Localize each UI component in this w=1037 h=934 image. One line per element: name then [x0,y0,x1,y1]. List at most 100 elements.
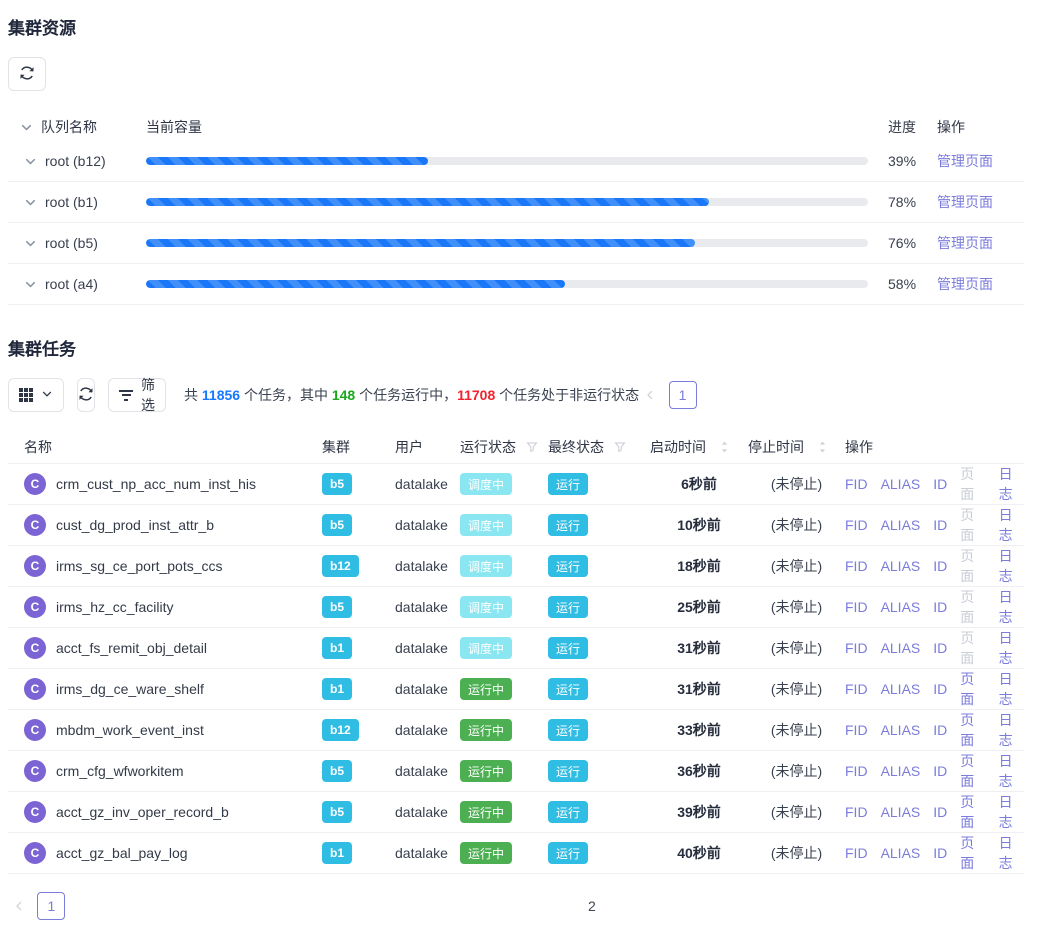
page-link[interactable]: 页面 [960,751,985,791]
alias-link[interactable]: ALIAS [881,804,921,820]
page-link[interactable]: 页面 [960,833,985,873]
task-row: C mbdm_work_event_inst b12 datalake 运行中 … [8,710,1024,751]
fid-link[interactable]: FID [845,517,868,533]
fid-link[interactable]: FID [845,599,868,615]
run-state-filter-icon[interactable] [526,441,538,453]
task-name: crm_cust_np_acc_num_inst_his [56,476,256,492]
run-state-badge: 调度中 [460,596,512,618]
alias-link[interactable]: ALIAS [881,517,921,533]
log-link[interactable]: 日志 [999,587,1024,627]
fid-link[interactable]: FID [845,681,868,697]
id-link[interactable]: ID [933,476,947,492]
page-number[interactable]: 2 [705,381,1037,409]
fid-link[interactable]: FID [845,640,868,656]
alias-link[interactable]: ALIAS [881,845,921,861]
prev-page-icon[interactable] [8,892,29,920]
manage-page-link[interactable]: 管理页面 [937,194,993,210]
page-number[interactable]: 2 [73,892,1037,920]
log-link[interactable]: 日志 [999,751,1024,791]
expand-row-chevron-icon[interactable] [24,278,37,291]
log-link[interactable]: 日志 [999,464,1024,504]
final-state-filter-icon[interactable] [614,441,626,453]
task-avatar: C [24,801,46,823]
id-link[interactable]: ID [933,640,947,656]
page-link[interactable]: 页面 [960,587,985,627]
fid-link[interactable]: FID [845,804,868,820]
task-start-time: 36秒前 [650,761,748,781]
filter-button[interactable]: 筛选 [108,378,166,412]
log-link[interactable]: 日志 [999,792,1024,832]
page-link[interactable]: 页面 [960,710,985,750]
fid-link[interactable]: FID [845,763,868,779]
task-avatar: C [24,637,46,659]
alias-link[interactable]: ALIAS [881,640,921,656]
manage-page-link[interactable]: 管理页面 [937,276,993,292]
alias-link[interactable]: ALIAS [881,722,921,738]
id-link[interactable]: ID [933,558,947,574]
id-link[interactable]: ID [933,763,947,779]
log-link[interactable]: 日志 [999,669,1024,709]
task-name: acct_fs_remit_obj_detail [56,640,207,656]
expand-row-chevron-icon[interactable] [24,196,37,209]
alias-link[interactable]: ALIAS [881,763,921,779]
tasks-refresh-button[interactable] [77,378,95,412]
start-time-sorter-icon[interactable] [720,440,729,454]
task-stop-time: (未停止) [748,720,845,740]
page-link[interactable]: 页面 [960,505,985,545]
id-link[interactable]: ID [933,722,947,738]
prev-page-icon[interactable] [639,381,660,409]
task-avatar: C [24,760,46,782]
progress-percent: 58% [880,276,928,292]
fid-link[interactable]: FID [845,722,868,738]
page-link[interactable]: 页面 [960,669,985,709]
page-link[interactable]: 页面 [960,546,985,586]
alias-link[interactable]: ALIAS [881,681,921,697]
user-col-header: 用户 [395,437,460,457]
page-link[interactable]: 页面 [960,792,985,832]
page-link[interactable]: 页面 [960,628,985,668]
final-state-badge: 运行 [548,555,588,577]
task-start-time: 25秒前 [650,597,748,617]
manage-page-link[interactable]: 管理页面 [937,153,993,169]
id-link[interactable]: ID [933,517,947,533]
fid-link[interactable]: FID [845,476,868,492]
layout-menu-button[interactable] [8,378,64,412]
alias-link[interactable]: ALIAS [881,476,921,492]
alias-link[interactable]: ALIAS [881,599,921,615]
id-link[interactable]: ID [933,681,947,697]
cluster-badge: b5 [322,760,352,782]
resources-refresh-button[interactable] [8,57,46,91]
queue-col-header: 队列名称 [41,117,97,137]
queue-name: root (b5) [45,235,98,251]
id-link[interactable]: ID [933,804,947,820]
expand-row-chevron-icon[interactable] [24,237,37,250]
task-stop-time: (未停止) [748,843,845,863]
log-link[interactable]: 日志 [999,628,1024,668]
log-link[interactable]: 日志 [999,710,1024,750]
manage-page-link[interactable]: 管理页面 [937,235,993,251]
resources-table-body: root (b12) 39% 管理页面 root (b1) [8,141,1024,305]
expand-row-chevron-icon[interactable] [24,155,37,168]
id-link[interactable]: ID [933,599,947,615]
id-link[interactable]: ID [933,845,947,861]
tasks-table-header: 名称 集群 用户 运行状态 最终状态 启动时间 停止时间 操作 [8,430,1024,464]
log-link[interactable]: 日志 [999,546,1024,586]
pagination-top: 123···1186 10条/页 [639,379,1037,411]
name-col-header: 名称 [8,437,322,457]
page-number[interactable]: 1 [669,381,697,409]
grid-icon [19,388,33,402]
summary-part: 11708 [457,387,495,403]
log-link[interactable]: 日志 [999,833,1024,873]
collapse-all-chevron-icon[interactable] [20,121,33,134]
page-number[interactable]: 1 [37,892,65,920]
capacity-progress-bar [146,239,868,247]
log-link[interactable]: 日志 [999,505,1024,545]
task-row: C crm_cfg_wfworkitem b5 datalake 运行中 运行 … [8,751,1024,792]
alias-link[interactable]: ALIAS [881,558,921,574]
page-link[interactable]: 页面 [960,464,985,504]
fid-link[interactable]: FID [845,558,868,574]
task-row: C crm_cust_np_acc_num_inst_his b5 datala… [8,464,1024,505]
fid-link[interactable]: FID [845,845,868,861]
stop-time-sorter-icon[interactable] [818,440,827,454]
capacity-progress-bar [146,198,868,206]
